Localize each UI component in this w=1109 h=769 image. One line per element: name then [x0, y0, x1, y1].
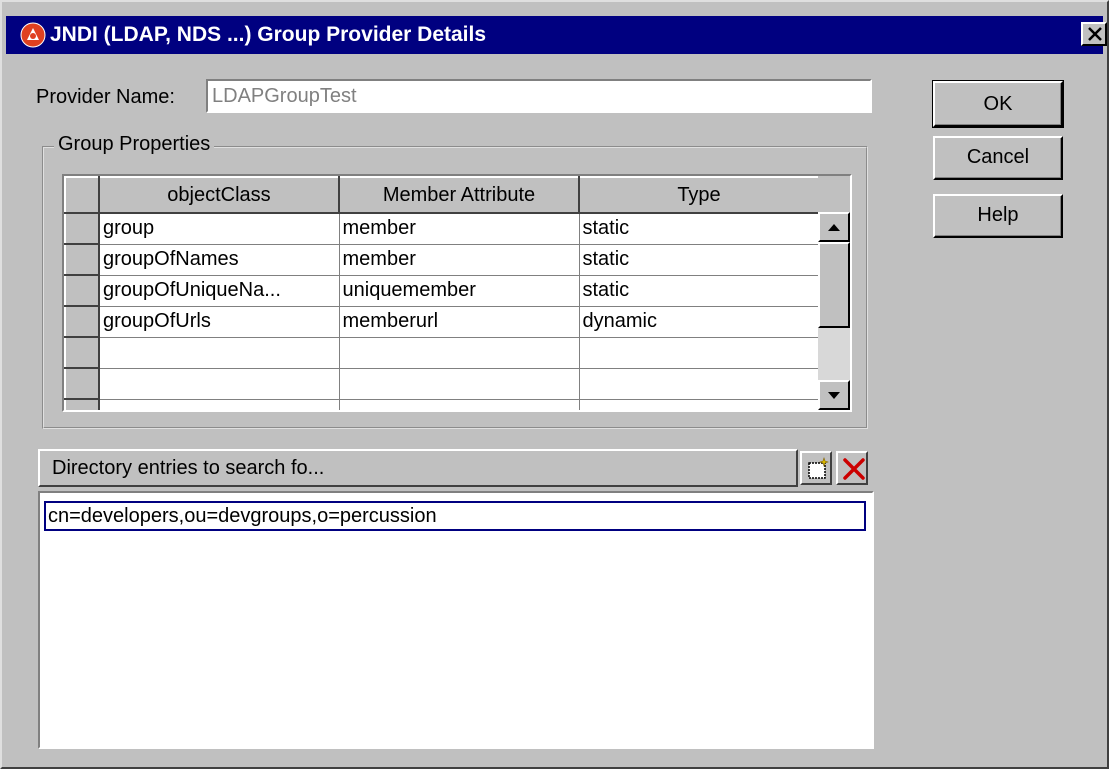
directory-entries-list[interactable]: cn=developers,ou=devgroups,o=percussion [38, 491, 874, 749]
cell-type[interactable] [579, 337, 820, 369]
table-row[interactable]: group member static [64, 212, 820, 245]
table-row[interactable] [64, 398, 820, 410]
new-entry-icon [808, 457, 829, 479]
cell-objectclass[interactable]: groupOfUniqueNa... [99, 275, 340, 307]
column-header-type[interactable]: Type [578, 176, 820, 214]
column-header-member-attribute[interactable]: Member Attribute [338, 176, 580, 214]
cell-objectclass[interactable]: groupOfUrls [99, 306, 340, 338]
scroll-down-button[interactable] [818, 380, 850, 410]
table-row[interactable]: groupOfUniqueNa... uniquemember static [64, 274, 820, 307]
row-selector[interactable] [64, 243, 100, 276]
row-header-corner [64, 176, 100, 214]
row-selector[interactable] [64, 336, 100, 369]
provider-name-input[interactable]: LDAPGroupTest [206, 79, 872, 113]
list-item[interactable]: cn=developers,ou=devgroups,o=percussion [44, 501, 866, 531]
close-icon [1088, 27, 1102, 41]
close-button[interactable] [1081, 22, 1107, 46]
row-selector[interactable] [64, 274, 100, 307]
cell-type[interactable]: static [579, 275, 820, 307]
title-bar[interactable]: JNDI (LDAP, NDS ...) Group Provider Deta… [6, 16, 1107, 54]
cancel-button[interactable]: Cancel [933, 136, 1063, 180]
group-properties-legend: Group Properties [54, 133, 215, 156]
header-corner [818, 176, 850, 212]
add-entry-button[interactable] [800, 451, 832, 485]
cell-objectclass[interactable]: group [99, 213, 340, 245]
cell-type[interactable] [579, 368, 820, 400]
scroll-thumb[interactable] [818, 242, 850, 328]
cell-objectclass[interactable] [99, 337, 340, 369]
table-row[interactable] [64, 336, 820, 369]
delete-x-icon [843, 458, 865, 480]
scroll-up-button[interactable] [818, 212, 850, 242]
cell-type[interactable]: static [579, 213, 820, 245]
cell-type[interactable]: static [579, 244, 820, 276]
directory-entries-header: Directory entries to search fo... [38, 449, 798, 487]
arrow-up-icon [828, 224, 840, 231]
cell-member-attribute[interactable] [339, 337, 580, 369]
properties-grid: objectClass Member Attribute Type group … [64, 176, 820, 410]
cell-objectclass[interactable] [99, 368, 340, 400]
window-title: JNDI (LDAP, NDS ...) Group Provider Deta… [50, 23, 487, 46]
row-selector[interactable] [64, 398, 100, 410]
vertical-scrollbar[interactable] [818, 212, 850, 410]
cell-type[interactable] [579, 399, 820, 410]
help-button[interactable]: Help [933, 194, 1063, 238]
cell-member-attribute[interactable]: member [339, 213, 580, 245]
cell-objectclass[interactable] [99, 399, 340, 410]
table-row[interactable]: groupOfNames member static [64, 243, 820, 276]
table-row[interactable]: groupOfUrls memberurl dynamic [64, 305, 820, 338]
group-properties-table[interactable]: objectClass Member Attribute Type group … [62, 174, 852, 412]
column-header-objectclass[interactable]: objectClass [98, 176, 340, 214]
cell-member-attribute[interactable] [339, 399, 580, 410]
cell-member-attribute[interactable]: uniquemember [339, 275, 580, 307]
dialog-window: JNDI (LDAP, NDS ...) Group Provider Deta… [0, 0, 1109, 769]
row-selector[interactable] [64, 212, 100, 245]
delete-entry-button[interactable] [836, 451, 868, 485]
oracle-logo-icon [20, 22, 46, 48]
cell-member-attribute[interactable]: memberurl [339, 306, 580, 338]
row-selector[interactable] [64, 367, 100, 400]
ok-button[interactable]: OK [932, 80, 1064, 128]
table-row[interactable] [64, 367, 820, 400]
cell-type[interactable]: dynamic [579, 306, 820, 338]
cell-objectclass[interactable]: groupOfNames [99, 244, 340, 276]
arrow-down-icon [828, 392, 840, 399]
cell-member-attribute[interactable]: member [339, 244, 580, 276]
row-selector[interactable] [64, 305, 100, 338]
cell-member-attribute[interactable] [339, 368, 580, 400]
provider-name-label: Provider Name: [36, 86, 175, 108]
